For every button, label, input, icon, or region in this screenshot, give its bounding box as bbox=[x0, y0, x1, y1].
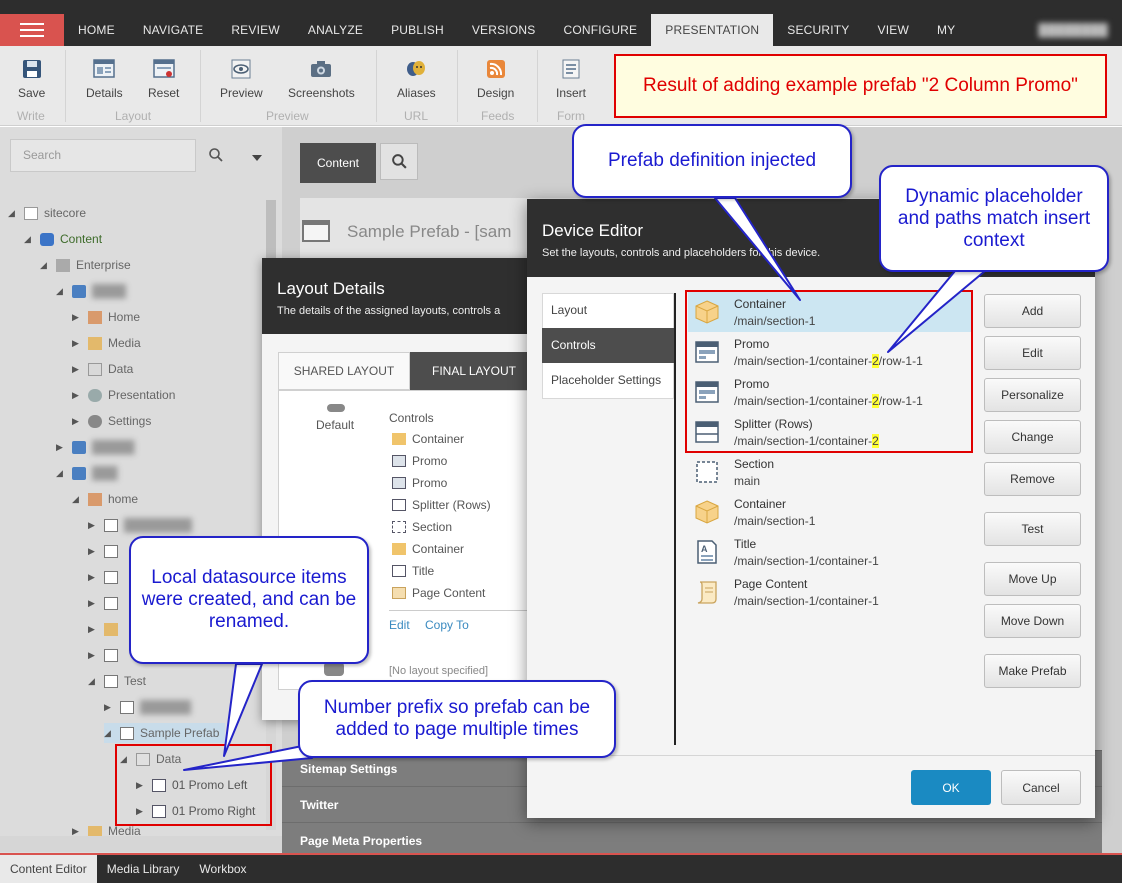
annotation-prefab-injected: Prefab definition injected bbox=[572, 124, 852, 198]
annotation-local-datasource: Local datasource items were created, and… bbox=[129, 536, 369, 664]
annotation-dynamic-placeholder: Dynamic placeholder and paths match inse… bbox=[879, 165, 1109, 272]
annotation-number-prefix: Number prefix so prefab can be added to … bbox=[298, 680, 616, 758]
